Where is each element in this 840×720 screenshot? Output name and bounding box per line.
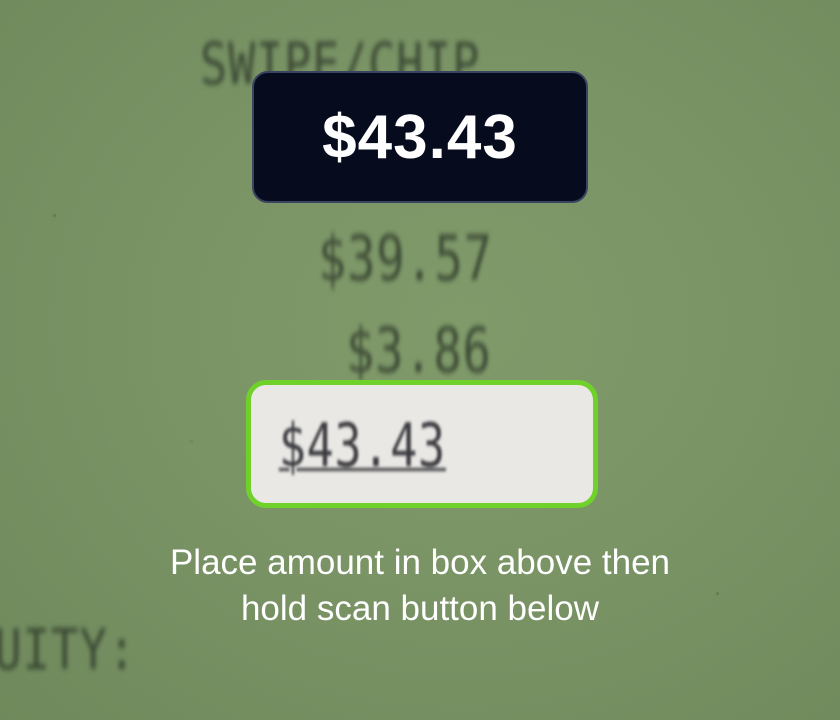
receipt-subtotal-text: $39.57 xyxy=(318,222,493,295)
instruction-line-1: Place amount in box above then xyxy=(169,543,671,582)
receipt-speck xyxy=(53,214,56,217)
receipt-speck xyxy=(190,440,193,443)
scan-instructions: Place amount in box above then hold scan… xyxy=(0,540,840,632)
detected-amount-value: $43.43 xyxy=(322,102,518,172)
scan-target-amount: $43.43 xyxy=(278,411,446,481)
instruction-line-2: hold scan button below xyxy=(240,589,600,628)
detected-amount-badge: $43.43 xyxy=(252,71,588,203)
scan-target-box: $43.43 xyxy=(246,380,598,508)
receipt-tax-text: $3.86 xyxy=(346,314,492,387)
